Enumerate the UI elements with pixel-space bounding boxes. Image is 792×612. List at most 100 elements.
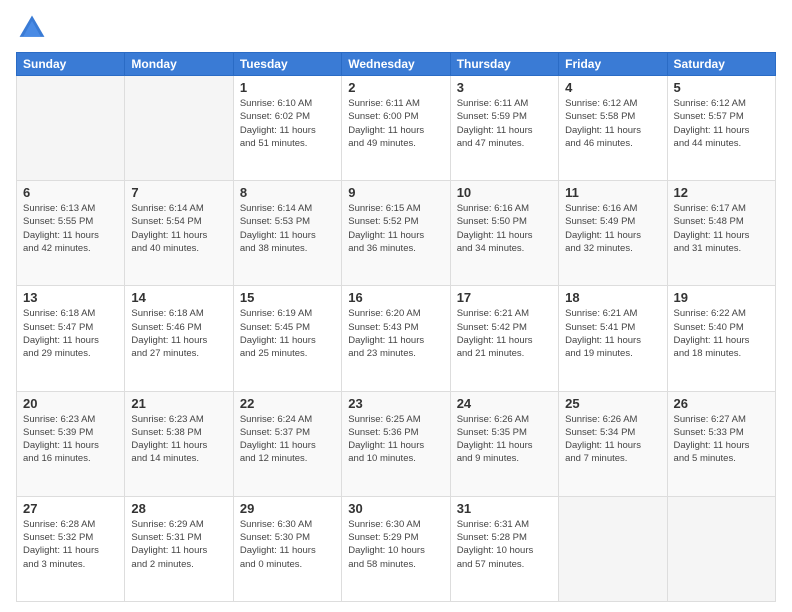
day-number: 18: [565, 290, 660, 305]
calendar-cell: 11 Sunrise: 6:16 AM Sunset: 5:49 PM Dayli…: [559, 181, 667, 286]
day-info: Sunrise: 6:21 AM Sunset: 5:41 PM Dayligh…: [565, 307, 660, 360]
day-info: Sunrise: 6:18 AM Sunset: 5:46 PM Dayligh…: [131, 307, 226, 360]
day-info: Sunrise: 6:23 AM Sunset: 5:39 PM Dayligh…: [23, 413, 118, 466]
calendar-cell: 26Sunrise: 6:27 AM Sunset: 5:33 PM Dayli…: [667, 391, 775, 496]
calendar-cell: 10 Sunrise: 6:16 AM Sunset: 5:50 PM Dayli…: [450, 181, 558, 286]
day-number: 3: [457, 80, 552, 95]
calendar-cell: 22 Sunrise: 6:24 AM Sunset: 5:37 PM Dayli…: [233, 391, 341, 496]
day-number: 7: [131, 185, 226, 200]
day-number: 21: [131, 396, 226, 411]
calendar-cell: 30 Sunrise: 6:30 AM Sunset: 5:29 PM Dayli…: [342, 496, 450, 601]
day-info: Sunrise: 6:28 AM Sunset: 5:32 PM Dayligh…: [23, 518, 118, 571]
day-number: 22: [240, 396, 335, 411]
calendar-header-monday: Monday: [125, 53, 233, 76]
day-number: 20: [23, 396, 118, 411]
day-number: 23: [348, 396, 443, 411]
day-number: 30: [348, 501, 443, 516]
day-number: 12: [674, 185, 769, 200]
calendar-week-2: 6 Sunrise: 6:13 AM Sunset: 5:55 PM Daylig…: [17, 181, 776, 286]
day-info: Sunrise: 6:21 AM Sunset: 5:42 PM Dayligh…: [457, 307, 552, 360]
calendar-cell: [125, 76, 233, 181]
day-number: 25: [565, 396, 660, 411]
calendar-cell: [667, 496, 775, 601]
logo-icon: [16, 12, 48, 44]
day-number: 14: [131, 290, 226, 305]
day-number: 9: [348, 185, 443, 200]
day-info: Sunrise: 6:13 AM Sunset: 5:55 PM Dayligh…: [23, 202, 118, 255]
day-number: 8: [240, 185, 335, 200]
calendar-header-wednesday: Wednesday: [342, 53, 450, 76]
day-info: Sunrise: 6:31 AM Sunset: 5:28 PM Dayligh…: [457, 518, 552, 571]
calendar-week-1: 1 Sunrise: 6:10 AM Sunset: 6:02 PM Daylig…: [17, 76, 776, 181]
day-info: Sunrise: 6:19 AM Sunset: 5:45 PM Dayligh…: [240, 307, 335, 360]
calendar-cell: 16 Sunrise: 6:20 AM Sunset: 5:43 PM Dayli…: [342, 286, 450, 391]
day-info: Sunrise: 6:20 AM Sunset: 5:43 PM Dayligh…: [348, 307, 443, 360]
day-info: Sunrise: 6:22 AM Sunset: 5:40 PM Dayligh…: [674, 307, 769, 360]
calendar-cell: 6 Sunrise: 6:13 AM Sunset: 5:55 PM Daylig…: [17, 181, 125, 286]
calendar-cell: 23 Sunrise: 6:25 AM Sunset: 5:36 PM Dayli…: [342, 391, 450, 496]
day-info: Sunrise: 6:27 AM Sunset: 5:33 PM Dayligh…: [674, 413, 769, 466]
calendar-week-5: 27 Sunrise: 6:28 AM Sunset: 5:32 PM Dayli…: [17, 496, 776, 601]
day-number: 27: [23, 501, 118, 516]
calendar-cell: 2 Sunrise: 6:11 AM Sunset: 6:00 PM Daylig…: [342, 76, 450, 181]
day-info: Sunrise: 6:11 AM Sunset: 6:00 PM Dayligh…: [348, 97, 443, 150]
day-info: Sunrise: 6:16 AM Sunset: 5:50 PM Dayligh…: [457, 202, 552, 255]
day-info: Sunrise: 6:14 AM Sunset: 5:53 PM Dayligh…: [240, 202, 335, 255]
calendar-header-thursday: Thursday: [450, 53, 558, 76]
header: [16, 12, 776, 44]
day-info: Sunrise: 6:24 AM Sunset: 5:37 PM Dayligh…: [240, 413, 335, 466]
day-number: 17: [457, 290, 552, 305]
calendar-cell: 7 Sunrise: 6:14 AM Sunset: 5:54 PM Daylig…: [125, 181, 233, 286]
day-info: Sunrise: 6:10 AM Sunset: 6:02 PM Dayligh…: [240, 97, 335, 150]
day-number: 10: [457, 185, 552, 200]
day-number: 24: [457, 396, 552, 411]
day-info: Sunrise: 6:26 AM Sunset: 5:34 PM Dayligh…: [565, 413, 660, 466]
day-info: Sunrise: 6:12 AM Sunset: 5:57 PM Dayligh…: [674, 97, 769, 150]
day-number: 16: [348, 290, 443, 305]
day-number: 28: [131, 501, 226, 516]
calendar-cell: 25 Sunrise: 6:26 AM Sunset: 5:34 PM Dayli…: [559, 391, 667, 496]
day-info: Sunrise: 6:17 AM Sunset: 5:48 PM Dayligh…: [674, 202, 769, 255]
calendar-header-sunday: Sunday: [17, 53, 125, 76]
calendar-table: SundayMondayTuesdayWednesdayThursdayFrid…: [16, 52, 776, 602]
calendar-cell: 12 Sunrise: 6:17 AM Sunset: 5:48 PM Dayli…: [667, 181, 775, 286]
day-info: Sunrise: 6:30 AM Sunset: 5:29 PM Dayligh…: [348, 518, 443, 571]
day-info: Sunrise: 6:30 AM Sunset: 5:30 PM Dayligh…: [240, 518, 335, 571]
day-number: 2: [348, 80, 443, 95]
day-info: Sunrise: 6:15 AM Sunset: 5:52 PM Dayligh…: [348, 202, 443, 255]
calendar-header-saturday: Saturday: [667, 53, 775, 76]
day-info: Sunrise: 6:23 AM Sunset: 5:38 PM Dayligh…: [131, 413, 226, 466]
day-number: 11: [565, 185, 660, 200]
calendar-cell: 28 Sunrise: 6:29 AM Sunset: 5:31 PM Dayli…: [125, 496, 233, 601]
calendar-header-tuesday: Tuesday: [233, 53, 341, 76]
calendar-cell: 17 Sunrise: 6:21 AM Sunset: 5:42 PM Dayli…: [450, 286, 558, 391]
calendar-cell: 3Sunrise: 6:11 AM Sunset: 5:59 PM Daylig…: [450, 76, 558, 181]
day-number: 13: [23, 290, 118, 305]
calendar-cell: 15 Sunrise: 6:19 AM Sunset: 5:45 PM Dayli…: [233, 286, 341, 391]
logo: [16, 12, 52, 44]
day-info: Sunrise: 6:26 AM Sunset: 5:35 PM Dayligh…: [457, 413, 552, 466]
day-info: Sunrise: 6:14 AM Sunset: 5:54 PM Dayligh…: [131, 202, 226, 255]
day-info: Sunrise: 6:18 AM Sunset: 5:47 PM Dayligh…: [23, 307, 118, 360]
day-number: 5: [674, 80, 769, 95]
day-number: 19: [674, 290, 769, 305]
day-number: 1: [240, 80, 335, 95]
day-number: 29: [240, 501, 335, 516]
day-number: 15: [240, 290, 335, 305]
calendar-cell: 13 Sunrise: 6:18 AM Sunset: 5:47 PM Dayli…: [17, 286, 125, 391]
calendar-cell: 9 Sunrise: 6:15 AM Sunset: 5:52 PM Daylig…: [342, 181, 450, 286]
calendar-cell: 4 Sunrise: 6:12 AM Sunset: 5:58 PM Daylig…: [559, 76, 667, 181]
calendar-cell: [17, 76, 125, 181]
day-info: Sunrise: 6:25 AM Sunset: 5:36 PM Dayligh…: [348, 413, 443, 466]
day-info: Sunrise: 6:12 AM Sunset: 5:58 PM Dayligh…: [565, 97, 660, 150]
calendar-cell: 31Sunrise: 6:31 AM Sunset: 5:28 PM Dayli…: [450, 496, 558, 601]
day-number: 6: [23, 185, 118, 200]
calendar-cell: 27 Sunrise: 6:28 AM Sunset: 5:32 PM Dayli…: [17, 496, 125, 601]
day-info: Sunrise: 6:16 AM Sunset: 5:49 PM Dayligh…: [565, 202, 660, 255]
calendar-cell: 21 Sunrise: 6:23 AM Sunset: 5:38 PM Dayli…: [125, 391, 233, 496]
page: SundayMondayTuesdayWednesdayThursdayFrid…: [0, 0, 792, 612]
calendar-cell: 5 Sunrise: 6:12 AM Sunset: 5:57 PM Daylig…: [667, 76, 775, 181]
day-number: 4: [565, 80, 660, 95]
day-info: Sunrise: 6:29 AM Sunset: 5:31 PM Dayligh…: [131, 518, 226, 571]
calendar-cell: 8 Sunrise: 6:14 AM Sunset: 5:53 PM Daylig…: [233, 181, 341, 286]
